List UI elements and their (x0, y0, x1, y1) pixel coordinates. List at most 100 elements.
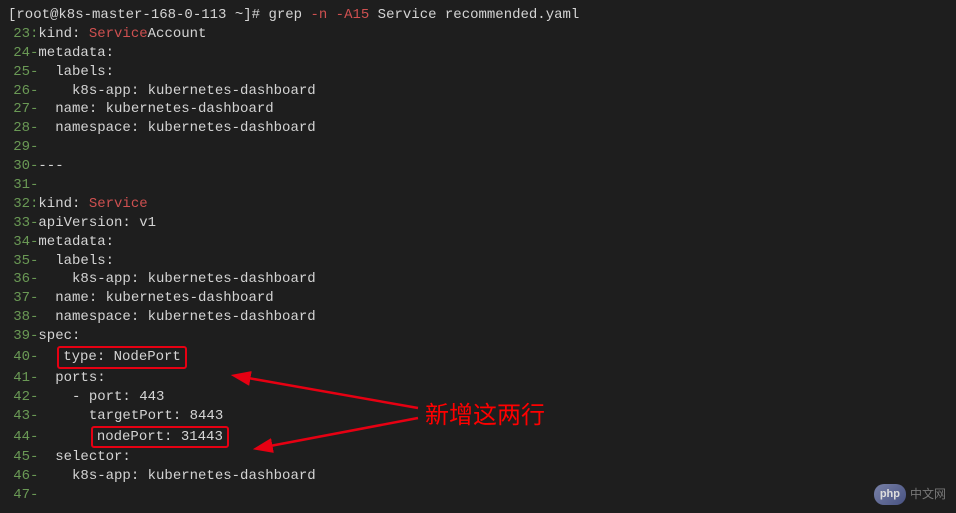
line-text: metadata: (38, 44, 114, 63)
output-line: 34-metadata: (8, 233, 948, 252)
line-text: labels: (38, 63, 114, 82)
line-separator: - (30, 388, 38, 407)
output-line: 24-metadata: (8, 44, 948, 63)
line-text: namespace: kubernetes-dashboard (38, 119, 315, 138)
line-separator: : (30, 195, 38, 214)
line-number: 31 (8, 176, 30, 195)
line-number: 34 (8, 233, 30, 252)
line-separator: - (30, 407, 38, 426)
line-number: 28 (8, 119, 30, 138)
line-text: --- (38, 157, 63, 176)
output-line: 29- (8, 138, 948, 157)
line-text: targetPort: 8443 (38, 407, 223, 426)
line-text: apiVersion: v1 (38, 214, 156, 233)
line-number: 36 (8, 270, 30, 289)
line-separator: - (30, 100, 38, 119)
grep-match: Service (89, 195, 148, 214)
cmd-args: Service recommended.yaml (369, 7, 579, 23)
output-line: 26- k8s-app: kubernetes-dashboard (8, 82, 948, 101)
line-text: namespace: kubernetes-dashboard (38, 308, 315, 327)
line-separator: - (30, 308, 38, 327)
line-separator: - (30, 467, 38, 486)
cmd-grep: grep (268, 7, 310, 23)
highlighted-config: nodePort: 31443 (91, 426, 229, 449)
line-number: 42 (8, 388, 30, 407)
line-separator: - (30, 214, 38, 233)
line-number: 35 (8, 252, 30, 271)
output-line: 46- k8s-app: kubernetes-dashboard (8, 467, 948, 486)
indent (38, 428, 88, 447)
line-separator: - (30, 448, 38, 467)
line-text: kind: (38, 25, 88, 44)
line-number: 45 (8, 448, 30, 467)
line-separator: : (30, 25, 38, 44)
output-line: 30---- (8, 157, 948, 176)
line-number: 43 (8, 407, 30, 426)
output-line: 25- labels: (8, 63, 948, 82)
output-line: 38- namespace: kubernetes-dashboard (8, 308, 948, 327)
cmd-flag: -n -A15 (310, 7, 369, 23)
line-number: 41 (8, 369, 30, 388)
line-separator: - (30, 44, 38, 63)
line-separator: - (30, 348, 38, 367)
line-number: 30 (8, 157, 30, 176)
shell-prompt: [root@k8s-master-168-0-113 ~]# grep -n -… (8, 6, 948, 25)
line-separator: - (30, 428, 38, 447)
output-line: 31- (8, 176, 948, 195)
output-line: 40- type: NodePort (8, 346, 948, 369)
line-number: 39 (8, 327, 30, 346)
line-number: 29 (8, 138, 30, 157)
line-separator: - (30, 369, 38, 388)
line-text: ports: (38, 369, 105, 388)
line-text: name: kubernetes-dashboard (38, 289, 273, 308)
annotation-text: 新增这两行 (425, 400, 545, 432)
line-text: - port: 443 (38, 388, 164, 407)
line-separator: - (30, 289, 38, 308)
watermark-logo: php (874, 484, 906, 505)
line-number: 46 (8, 467, 30, 486)
line-separator: - (30, 233, 38, 252)
line-text: k8s-app: kubernetes-dashboard (38, 82, 315, 101)
output-line: 28- namespace: kubernetes-dashboard (8, 119, 948, 138)
line-separator: - (30, 82, 38, 101)
line-number: 47 (8, 486, 30, 505)
output-line: 45- selector: (8, 448, 948, 467)
line-separator: - (30, 63, 38, 82)
output-line: 47- (8, 486, 948, 505)
terminal-output: 23:kind: ServiceAccount24-metadata:25- l… (8, 25, 948, 505)
line-text: name: kubernetes-dashboard (38, 100, 273, 119)
line-separator: - (30, 138, 38, 157)
line-text: k8s-app: kubernetes-dashboard (38, 270, 315, 289)
output-line: 35- labels: (8, 252, 948, 271)
line-text: kind: (38, 195, 88, 214)
line-text: selector: (38, 448, 130, 467)
indent (38, 348, 55, 367)
line-text: spec: (38, 327, 80, 346)
line-number: 32 (8, 195, 30, 214)
output-line: 23:kind: ServiceAccount (8, 25, 948, 44)
line-separator: - (30, 119, 38, 138)
line-separator: - (30, 486, 38, 505)
line-number: 23 (8, 25, 30, 44)
line-separator: - (30, 176, 38, 195)
line-number: 38 (8, 308, 30, 327)
line-number: 27 (8, 100, 30, 119)
line-number: 26 (8, 82, 30, 101)
line-number: 25 (8, 63, 30, 82)
watermark: php 中文网 (874, 484, 946, 505)
output-line: 32:kind: Service (8, 195, 948, 214)
line-text: Account (148, 25, 207, 44)
line-separator: - (30, 252, 38, 271)
line-separator: - (30, 157, 38, 176)
line-number: 33 (8, 214, 30, 233)
line-text: labels: (38, 252, 114, 271)
grep-match: Service (89, 25, 148, 44)
output-line: 27- name: kubernetes-dashboard (8, 100, 948, 119)
line-text: metadata: (38, 233, 114, 252)
line-text: k8s-app: kubernetes-dashboard (38, 467, 315, 486)
line-number: 37 (8, 289, 30, 308)
line-separator: - (30, 327, 38, 346)
output-line: 39-spec: (8, 327, 948, 346)
output-line: 36- k8s-app: kubernetes-dashboard (8, 270, 948, 289)
line-number: 40 (8, 348, 30, 367)
